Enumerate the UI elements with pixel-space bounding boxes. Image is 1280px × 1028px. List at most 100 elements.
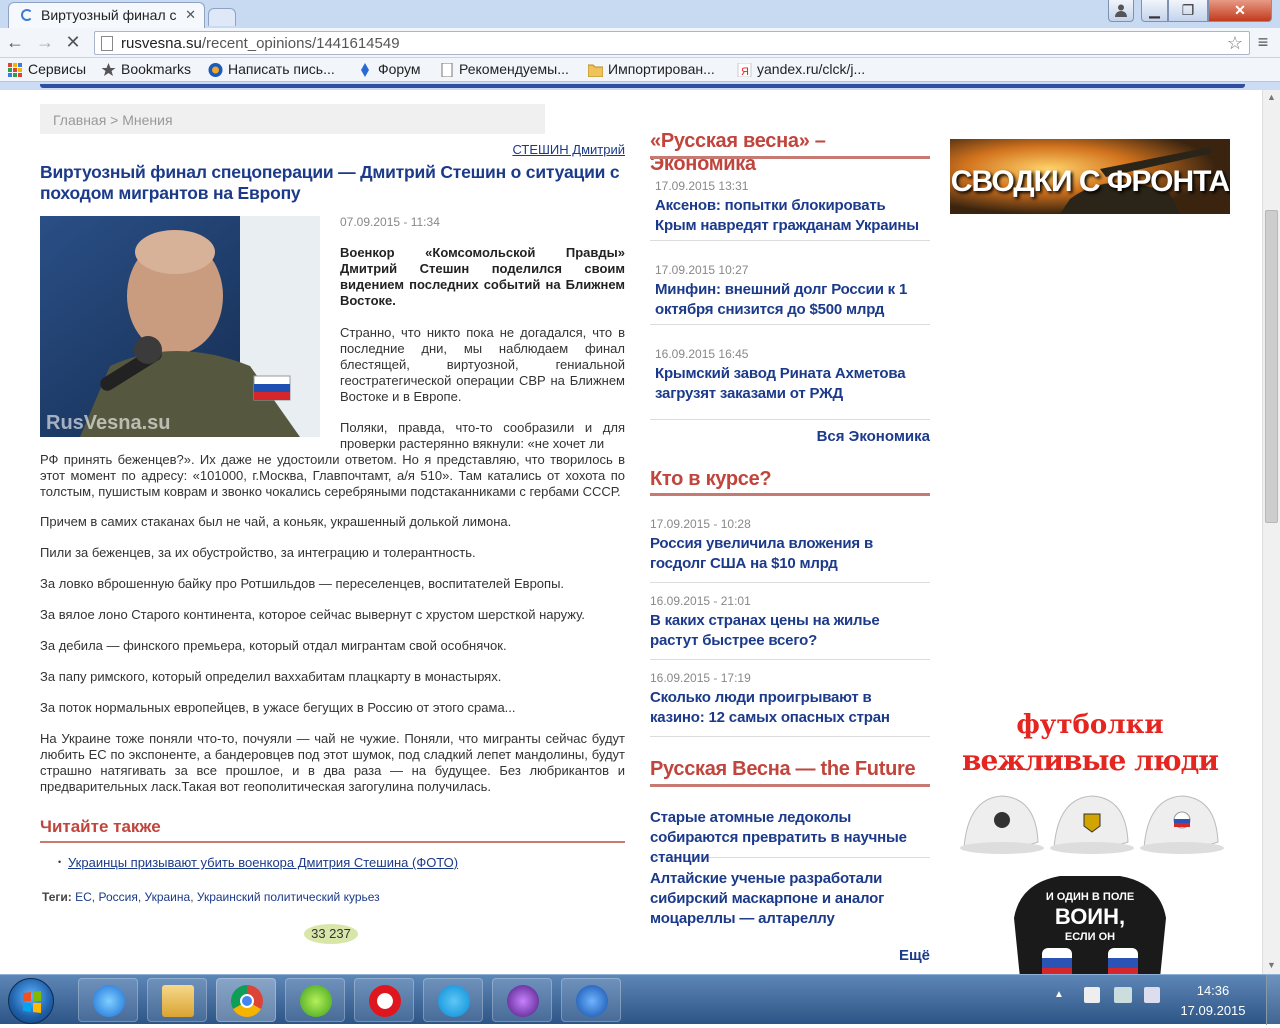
bookmark-label: Рекомендуемы...: [459, 61, 569, 77]
minimize-button[interactable]: ▁: [1141, 0, 1168, 22]
bookmark-star-icon: [101, 63, 116, 76]
user-icon: [1115, 4, 1127, 17]
bookmark-recommended[interactable]: Рекомендуемы...: [439, 61, 569, 77]
opera-icon: [369, 985, 401, 1017]
taskbar-spider-app[interactable]: [492, 978, 552, 1022]
scroll-up-icon[interactable]: ▲: [1267, 92, 1276, 102]
bookmark-imported[interactable]: Импортирован...: [588, 61, 715, 77]
stop-loading-button[interactable]: ✕: [62, 32, 84, 54]
bookmark-yandex[interactable]: Я yandex.ru/clck/j...: [737, 61, 865, 77]
article-paragraph: За ловко вброшенную байку про Ротшильдов…: [40, 576, 565, 591]
article-paragraph: Поляки, правда, что-то сообразили и для …: [340, 420, 625, 451]
network-icon[interactable]: [1114, 987, 1132, 1003]
news-title[interactable]: Аксенов: попытки блокировать Крым навред…: [655, 196, 930, 236]
front-banner-text: СВОДКИ С ФРОНТА: [950, 165, 1230, 198]
news-title[interactable]: Крымский завод Рината Ахметова загрузят …: [655, 364, 930, 404]
article-paragraph: РФ принять беженцев?». Их даже не удосто…: [40, 452, 625, 499]
restore-button[interactable]: ❐: [1168, 0, 1208, 22]
news-date: 17.09.2015 - 10:28: [650, 517, 751, 531]
taskbar-vpn[interactable]: [561, 978, 621, 1022]
scrollbar-thumb[interactable]: [1265, 210, 1278, 523]
bookmark-bookmarks[interactable]: Bookmarks: [101, 61, 191, 77]
news-title[interactable]: Сколько люди проигрывают в казино: 12 са…: [650, 688, 930, 728]
news-title[interactable]: Россия увеличила вложения в госдолг США …: [650, 534, 930, 574]
article-paragraph: За дебила — финского премьера, который о…: [40, 638, 507, 653]
taskbar-icq[interactable]: [285, 978, 345, 1022]
folder-icon: [588, 64, 603, 77]
tab-current[interactable]: Виртуозный финал с ✕: [8, 2, 205, 28]
back-button[interactable]: ←: [4, 32, 26, 54]
taskbar-internet-explorer[interactable]: [78, 978, 138, 1022]
cap-icon: [960, 795, 1044, 854]
author-link[interactable]: СТЕШИН Дмитрий: [40, 142, 625, 157]
news-title[interactable]: Алтайские ученые разработали сибирский м…: [650, 869, 930, 929]
forward-button[interactable]: →: [34, 32, 56, 54]
tag-link[interactable]: Россия: [98, 890, 137, 904]
author-portrait-image: RusVesna.su: [40, 216, 320, 437]
news-date: 16.09.2015 - 17:19: [650, 671, 751, 685]
news-item[interactable]: 16.09.2015 - 17:19 Сколько люди проигрыв…: [650, 671, 930, 737]
news-item[interactable]: 17.09.2015 10:27 Минфин: внешний долг Ро…: [650, 263, 930, 325]
tab-close-icon[interactable]: ✕: [185, 7, 196, 23]
windows-logo-icon: [23, 991, 41, 1013]
news-title[interactable]: Старые атомные ледоколы собираются превр…: [650, 808, 930, 868]
news-item[interactable]: 17.09.2015 13:31 Аксенов: попытки блокир…: [650, 179, 930, 241]
news-item[interactable]: 17.09.2015 - 10:28 Россия увеличила влож…: [650, 517, 930, 583]
action-center-flag-icon[interactable]: [1084, 987, 1100, 1003]
all-economy-link[interactable]: Вся Экономика: [650, 428, 930, 445]
news-title[interactable]: В каких странах цены на жилье растут быс…: [650, 611, 930, 651]
more-future-link[interactable]: Ещё: [650, 947, 930, 964]
new-tab-button[interactable]: [208, 8, 236, 26]
article-photo[interactable]: RusVesna.su: [40, 216, 320, 437]
breadcrumb[interactable]: Главная > Мнения: [40, 104, 545, 134]
news-item[interactable]: Алтайские ученые разработали сибирский м…: [650, 869, 930, 937]
clock-time[interactable]: 14:36: [1178, 983, 1248, 998]
aware-heading[interactable]: Кто в курсе?: [650, 468, 930, 491]
taskbar-chrome[interactable]: [216, 978, 276, 1022]
news-item[interactable]: 16.09.2015 16:45 Крымский завод Рината А…: [650, 347, 930, 420]
tag-link[interactable]: Украинский политический курьез: [197, 890, 380, 904]
clock-date[interactable]: 17.09.2015: [1178, 1003, 1248, 1018]
start-button[interactable]: [8, 978, 54, 1024]
shirt-text: И ОДИН В ПОЛЕ: [1046, 891, 1134, 903]
page-icon: [441, 63, 453, 77]
bookmark-forum[interactable]: Форум: [358, 61, 421, 77]
economy-heading[interactable]: «Русская весна» – Экономика: [650, 130, 930, 176]
chrome-menu-button[interactable]: ≡: [1254, 33, 1272, 51]
web-page: Главная > Мнения СТЕШИН Дмитрий Виртуозн…: [0, 90, 1262, 974]
bookmark-services[interactable]: Сервисы: [8, 61, 86, 77]
chrome-icon: [231, 985, 263, 1017]
bookmark-mail[interactable]: Написать пись...: [208, 61, 335, 77]
page-scrollbar[interactable]: ▲ ▼: [1262, 90, 1280, 974]
tab-title: Виртуозный финал с: [41, 7, 177, 23]
see-also-heading: Читайте также: [40, 817, 161, 836]
future-heading[interactable]: Русская Весна — the Future: [650, 758, 930, 781]
address-bar[interactable]: rusvesna.su/recent_opinions/1441614549 ☆: [94, 31, 1250, 55]
volume-muted-icon[interactable]: [1144, 987, 1160, 1003]
tshirt-ad-banner[interactable]: футболки вежливые люди И ОДИН В ПОЛЕ ВОИ…: [950, 708, 1230, 974]
taskbar-file-explorer[interactable]: [147, 978, 207, 1022]
close-window-button[interactable]: ✕: [1208, 0, 1272, 22]
article-paragraph: Причем в самих стаканах был не чай, а ко…: [40, 514, 512, 529]
article-paragraph: За папу римского, который определил вахх…: [40, 669, 502, 684]
news-item[interactable]: Старые атомные ледоколы собираются превр…: [650, 808, 930, 866]
browser-window-frame: Виртуозный финал с ✕ ▁ ❐ ✕ ← → ✕ rusvesn…: [0, 0, 1280, 90]
tray-expand-icon[interactable]: ▲: [1054, 989, 1064, 1000]
taskbar-opera[interactable]: [354, 978, 414, 1022]
see-also-link[interactable]: Украинцы призывают убить военкора Дмитри…: [58, 855, 458, 870]
tag-link[interactable]: Украина: [145, 890, 191, 904]
front-reports-banner[interactable]: СВОДКИ С ФРОНТА: [950, 139, 1230, 214]
arrow-left-icon: ←: [6, 32, 24, 52]
shirt-text: ВОИН,: [1055, 904, 1125, 929]
page-icon: [101, 36, 113, 51]
news-title[interactable]: Минфин: внешний долг России к 1 октября …: [655, 280, 930, 320]
news-item[interactable]: 16.09.2015 - 21:01 В каких странах цены …: [650, 594, 930, 660]
tags-label: Теги:: [42, 890, 72, 904]
close-icon: ✕: [1234, 2, 1246, 18]
bookmark-star-icon[interactable]: ☆: [1227, 33, 1243, 54]
profile-button[interactable]: [1108, 0, 1134, 22]
scroll-down-icon[interactable]: ▼: [1267, 960, 1276, 970]
taskbar-skype[interactable]: [423, 978, 483, 1022]
tag-link[interactable]: ЕС: [75, 890, 92, 904]
show-desktop-button[interactable]: [1266, 975, 1280, 1025]
